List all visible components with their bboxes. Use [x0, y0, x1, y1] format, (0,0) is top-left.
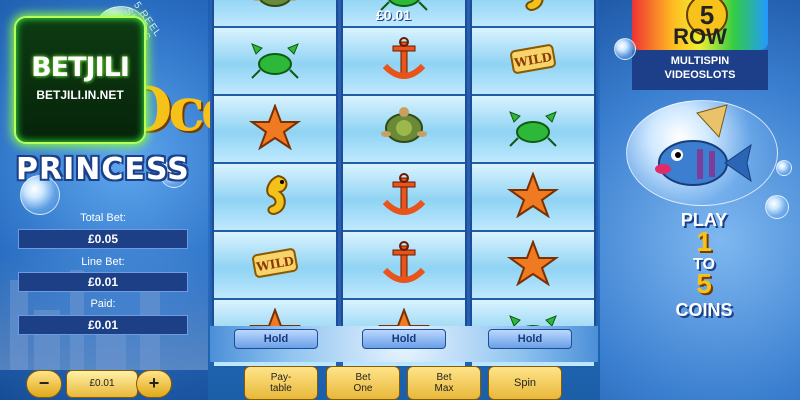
reel-cell	[214, 164, 336, 232]
crab-symbol-icon	[248, 36, 302, 87]
brand-url: BETJILI.IN.NET	[36, 88, 124, 102]
hold-button-reel-2[interactable]: Hold	[362, 329, 446, 349]
paytable-button[interactable]: Pay-table	[244, 366, 318, 400]
decrease-bet-button[interactable]: −	[26, 370, 62, 398]
line-bet-label: Line Bet:	[81, 256, 125, 268]
coins-max: 5	[696, 268, 712, 299]
bet-one-label-2: One	[353, 383, 373, 394]
starfish-symbol-icon	[506, 170, 560, 223]
reel-cell	[214, 96, 336, 164]
reel-cell	[343, 232, 465, 300]
bet-one-button[interactable]: Bet One	[326, 366, 400, 400]
castle-background	[0, 250, 208, 370]
paid-label: Paid:	[90, 298, 116, 310]
multispin-line-2: VIDEOSLOTS	[664, 69, 736, 81]
crab-symbol-icon	[506, 104, 560, 155]
anchor-symbol-icon	[377, 36, 431, 87]
spin-label: Spin	[513, 376, 537, 389]
fish-bubble	[626, 100, 778, 206]
reel-cell	[472, 96, 594, 164]
bet-max-label-2: Max	[434, 383, 454, 394]
wild-symbol-icon: WILD	[506, 36, 560, 87]
increase-bet-button[interactable]: +	[136, 370, 172, 398]
starfish-symbol-icon	[506, 238, 560, 291]
reel-cell	[472, 0, 594, 28]
total-bet-label: Total Bet:	[80, 212, 126, 224]
left-panel: 5 REEL SLOTS Ocean PRINCESS BETJILI BETJ…	[0, 0, 313, 400]
paid-value: £0.01	[18, 315, 188, 335]
reel-3: WILD	[470, 0, 596, 368]
line-bet-value: £0.01	[18, 272, 188, 292]
win-amount-label: £0.01	[376, 7, 412, 23]
bet-one-label-1: Bet	[355, 372, 371, 383]
reel-cell	[472, 164, 594, 232]
reel-2	[341, 0, 467, 368]
brand-name: BETJILI	[31, 52, 130, 83]
hold-button-reel-3[interactable]: Hold	[488, 329, 572, 349]
hold-bar: Hold Hold Hold	[210, 326, 598, 362]
multispin-label: MULTISPIN VIDEOSLOTS	[632, 50, 768, 90]
reel-cell	[472, 232, 594, 300]
reel-cell	[214, 0, 336, 28]
seahorse-symbol-icon	[506, 0, 560, 19]
fish-mascot-icon	[655, 104, 752, 186]
reel-cell	[343, 28, 465, 96]
starfish-symbol-icon	[248, 102, 302, 155]
line-bet-control: − £0.01 +	[18, 366, 180, 398]
turtle-symbol-icon	[377, 104, 431, 155]
wild-symbol-icon: WILD	[248, 240, 302, 291]
reels-area: WILD WILD	[210, 0, 598, 368]
game-title-princess: PRINCESS	[16, 152, 190, 187]
total-bet-value: £0.05	[18, 229, 188, 249]
seahorse-symbol-icon	[248, 172, 302, 223]
turtle-symbol-icon	[248, 0, 302, 19]
coins-min: 1	[696, 226, 712, 257]
reel-cell	[343, 164, 465, 232]
anchor-symbol-icon	[377, 172, 431, 223]
spin-button[interactable]: Spin	[488, 366, 562, 400]
hold-button-reel-1[interactable]: Hold	[234, 329, 318, 349]
right-panel: 5 ROW MULTISPIN VIDEOSLOTS PLAY 1 TO 5 C…	[600, 0, 800, 400]
reel-cell	[214, 28, 336, 96]
reel-cell: WILD	[214, 232, 336, 300]
bet-value-display: £0.01	[66, 370, 138, 398]
anchor-symbol-icon	[377, 240, 431, 291]
coins-label: COINS	[675, 300, 733, 320]
paytable-label-1: Pay-	[270, 372, 292, 383]
reel-cell	[343, 96, 465, 164]
paytable-label-2: table	[270, 383, 292, 394]
reel-1: WILD	[212, 0, 338, 368]
bet-max-button[interactable]: Bet Max	[407, 366, 481, 400]
bet-max-label-1: Bet	[436, 372, 452, 383]
brand-logo: BETJILI BETJILI.IN.NET	[14, 16, 146, 144]
row-word: ROW	[673, 24, 727, 49]
multispin-line-1: MULTISPIN	[670, 55, 730, 67]
reel-cell: WILD	[472, 28, 594, 96]
